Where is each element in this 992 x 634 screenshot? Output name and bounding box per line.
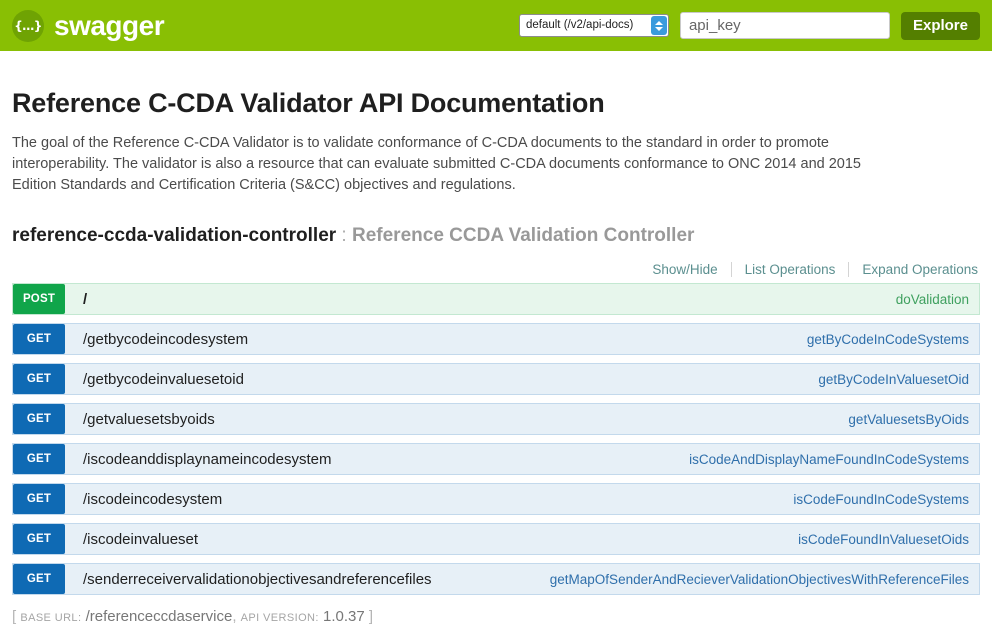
swagger-logo-icon: {…}	[12, 9, 44, 42]
operation-summary[interactable]: getByCodeInValuesetOid	[818, 372, 979, 387]
base-url-label: BASE URL:	[20, 612, 82, 625]
operation-path[interactable]: /iscodeincodesystem	[65, 491, 793, 508]
api-key-input[interactable]	[679, 12, 890, 39]
resource-description: Reference CCDA Validation Controller	[352, 225, 695, 247]
resource-name[interactable]: reference-ccda-validation-controller	[12, 225, 336, 246]
operation-summary[interactable]: getByCodeInCodeSystems	[807, 332, 979, 347]
api-explorer-form: default (/v2/api-docs) Explore	[518, 11, 980, 40]
api-version-value: 1.0.37	[323, 608, 365, 626]
operation-row[interactable]: GET/senderreceivervalidationobjectivesan…	[12, 563, 980, 596]
operation-path[interactable]: /getbycodeincodesystem	[65, 331, 807, 348]
swagger-brand[interactable]: {…} swagger	[12, 9, 165, 42]
resource-separator: :	[336, 225, 352, 247]
operation-method-badge: GET	[13, 364, 65, 395]
operation-row[interactable]: GET/getbycodeinvaluesetoid getByCodeInVal…	[12, 363, 980, 396]
operation-path[interactable]: /iscodeinvalueset	[65, 531, 798, 548]
operation-row[interactable]: GET/iscodeanddisplaynameincodesystem isCo…	[12, 443, 980, 476]
operation-method-badge: GET	[13, 324, 65, 355]
operation-path[interactable]: /iscodeanddisplaynameincodesystem	[65, 451, 689, 468]
operation-path[interactable]: /getbycodeinvaluesetoid	[65, 371, 818, 388]
operation-method-badge: GET	[13, 404, 65, 435]
operations-list: POST / doValidation GET/getbycodeincodesyst…	[12, 283, 980, 596]
footer-comma: ,	[232, 608, 237, 626]
operation-method-badge: GET	[13, 524, 65, 555]
spec-select-wrapper: default (/v2/api-docs)	[518, 14, 669, 37]
api-version-label: API VERSION:	[240, 612, 319, 625]
operation-method-badge: GET	[13, 564, 65, 595]
operation-path[interactable]: /getvaluesetsbyoids	[65, 411, 848, 428]
operation-path[interactable]: /senderreceivervalidationobjectivesandre…	[65, 571, 550, 588]
footer-close-bracket: ]	[368, 608, 374, 626]
operation-row[interactable]: GET/iscodeinvalueset isCodeFoundInValuese…	[12, 523, 980, 556]
list-operations-link[interactable]: List Operations	[732, 262, 849, 277]
operation-summary[interactable]: isCodeFoundInCodeSystems	[793, 492, 979, 507]
footer-info: [ BASE URL: /referenceccdaservice, API V…	[12, 607, 980, 627]
resource-options: Show/Hide List Operations Expand Operati…	[12, 262, 980, 278]
operation-summary[interactable]: doValidation	[896, 292, 979, 307]
operation-row[interactable]: GET/iscodeincodesystem isCodeFoundInCodeS…	[12, 483, 980, 516]
explore-button[interactable]: Explore	[900, 11, 980, 40]
operation-method-badge: GET	[13, 444, 65, 475]
operation-summary[interactable]: getValuesetsByOids	[848, 412, 979, 427]
operation-summary[interactable]: isCodeAndDisplayNameFoundInCodeSystems	[689, 452, 979, 467]
show-hide-link[interactable]: Show/Hide	[639, 262, 730, 277]
page-title: Reference C-CDA Validator API Documentat…	[12, 88, 605, 118]
operation-row[interactable]: GET/getbycodeincodesystem getByCodeInCode…	[12, 323, 980, 356]
main-content: Reference C-CDA Validator API Documentat…	[0, 87, 992, 627]
operation-row[interactable]: POST / doValidation	[12, 283, 980, 316]
footer-open-bracket: [	[12, 608, 17, 626]
resource-heading: reference-ccda-validation-controller : R…	[12, 225, 980, 248]
operation-path[interactable]: /	[65, 291, 896, 308]
brand-name: swagger	[54, 9, 165, 41]
base-url-value: /referenceccdaservice	[85, 608, 233, 626]
operation-method-badge: POST	[13, 284, 65, 315]
top-bar: {…} swagger default (/v2/api-docs) Explo…	[0, 0, 992, 51]
spec-select[interactable]: default (/v2/api-docs)	[518, 14, 669, 37]
api-description: The goal of the Reference C-CDA Validato…	[12, 135, 861, 194]
expand-operations-link[interactable]: Expand Operations	[849, 262, 980, 277]
operation-row[interactable]: GET/getvaluesetsbyoids getValuesetsByOids	[12, 403, 980, 436]
operation-summary[interactable]: getMapOfSenderAndRecieverValidationObjec…	[550, 572, 979, 587]
operation-summary[interactable]: isCodeFoundInValuesetOids	[798, 532, 979, 547]
operation-method-badge: GET	[13, 484, 65, 515]
